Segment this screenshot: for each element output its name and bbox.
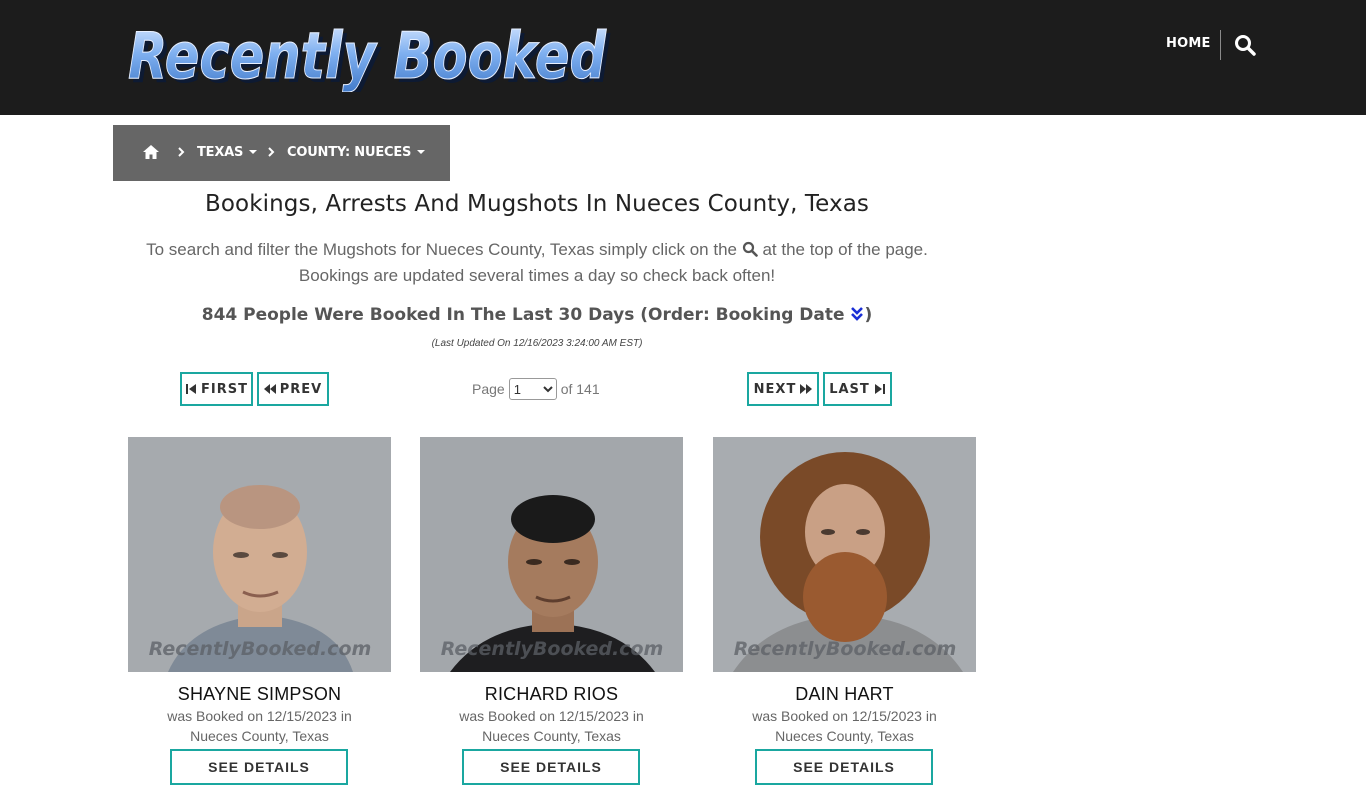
prev-page-button[interactable]: PREV — [257, 372, 329, 406]
booking-count-close: ) — [864, 305, 873, 325]
last-page-label: LAST — [829, 381, 870, 397]
breadcrumb-county-label: COUNTY: NUECES — [287, 145, 412, 160]
see-details-button[interactable]: SEE DETAILS — [462, 749, 640, 785]
booking-location-text: Nueces County, Texas — [190, 728, 329, 744]
page-select[interactable]: 1 — [508, 378, 557, 400]
page-selector: Page 1 of 141 — [472, 378, 600, 400]
page-total: of 141 — [560, 381, 600, 397]
next-page-label: NEXT — [753, 381, 797, 397]
caret-down-icon — [417, 149, 426, 154]
mugshot-watermark: RecentlyBooked.com — [441, 638, 664, 660]
booking-date-text: was Booked on 12/15/2023 in — [167, 708, 352, 724]
breadcrumb-state[interactable]: TEXAS — [197, 145, 258, 160]
search-icon[interactable] — [1234, 34, 1256, 56]
inmate-name[interactable]: RICHARD RIOS — [420, 684, 683, 705]
home-icon[interactable] — [142, 144, 160, 160]
see-details-button[interactable]: SEE DETAILS — [170, 749, 348, 785]
first-page-label: FIRST — [201, 381, 248, 397]
site-header: Recently Booked Recently Booked HOME — [0, 0, 1366, 115]
breadcrumb-county[interactable]: COUNTY: NUECES — [287, 145, 426, 160]
booking-date-text: was Booked on 12/15/2023 in — [752, 708, 937, 724]
booking-count-text: 844 People Were Booked In The Last 30 Da… — [201, 305, 851, 325]
logo-text: Recently Booked — [128, 20, 607, 92]
booking-count: 844 People Were Booked In The Last 30 Da… — [113, 305, 961, 325]
fast-forward-icon — [800, 384, 813, 394]
booking-date-text: was Booked on 12/15/2023 in — [459, 708, 644, 724]
mugshot-photo[interactable]: RecentlyBooked.com — [128, 437, 391, 672]
mugshot-watermark: RecentlyBooked.com — [149, 638, 372, 660]
caret-down-icon — [249, 149, 258, 154]
mugshot-image: RecentlyBooked.com — [128, 437, 391, 672]
mugshot-photo[interactable]: RecentlyBooked.com — [420, 437, 683, 672]
intro-text: To search and filter the Mugshots for Nu… — [113, 237, 961, 289]
page-label: Page — [472, 381, 505, 397]
mugshot-card[interactable]: RecentlyBooked.com RICHARD RIOS was Book… — [420, 437, 683, 785]
chevron-right-icon — [177, 145, 185, 159]
booking-info: was Booked on 12/15/2023 in Nueces Count… — [713, 706, 976, 746]
mugshot-image: RecentlyBooked.com — [713, 437, 976, 672]
booking-info: was Booked on 12/15/2023 in Nueces Count… — [420, 706, 683, 746]
chevron-right-icon — [267, 145, 275, 159]
booking-info: was Booked on 12/15/2023 in Nueces Count… — [128, 706, 391, 746]
first-page-icon — [186, 384, 197, 394]
inmate-name[interactable]: DAIN HART — [713, 684, 976, 705]
first-page-button[interactable]: FIRST — [180, 372, 253, 406]
inmate-name[interactable]: SHAYNE SIMPSON — [128, 684, 391, 705]
nav-divider — [1220, 30, 1221, 60]
booking-location-text: Nueces County, Texas — [482, 728, 621, 744]
mugshot-card[interactable]: RecentlyBooked.com DAIN HART was Booked … — [713, 437, 976, 785]
prev-page-label: PREV — [279, 381, 323, 397]
breadcrumb-state-label: TEXAS — [197, 145, 244, 160]
site-logo[interactable]: Recently Booked Recently Booked — [126, 18, 616, 93]
mugshot-photo[interactable]: RecentlyBooked.com — [713, 437, 976, 672]
rewind-icon — [263, 384, 276, 394]
last-page-button[interactable]: LAST — [823, 372, 892, 406]
intro-text-before: To search and filter the Mugshots for Nu… — [146, 240, 737, 259]
mugshot-image: RecentlyBooked.com — [420, 437, 683, 672]
page-title: Bookings, Arrests And Mugshots In Nueces… — [205, 191, 869, 217]
next-page-button[interactable]: NEXT — [747, 372, 819, 406]
search-icon — [742, 239, 758, 257]
mugshot-watermark: RecentlyBooked.com — [734, 638, 957, 660]
mugshot-card[interactable]: RecentlyBooked.com SHAYNE SIMPSON was Bo… — [128, 437, 391, 785]
see-details-button[interactable]: SEE DETAILS — [755, 749, 933, 785]
booking-location-text: Nueces County, Texas — [775, 728, 914, 744]
last-page-icon — [874, 384, 885, 394]
nav-home-link[interactable]: HOME — [1166, 36, 1211, 51]
last-updated: (Last Updated On 12/16/2023 3:24:00 AM E… — [431, 338, 643, 349]
breadcrumb: TEXAS COUNTY: NUECES — [113, 125, 450, 181]
sort-order-icon[interactable] — [850, 306, 864, 322]
